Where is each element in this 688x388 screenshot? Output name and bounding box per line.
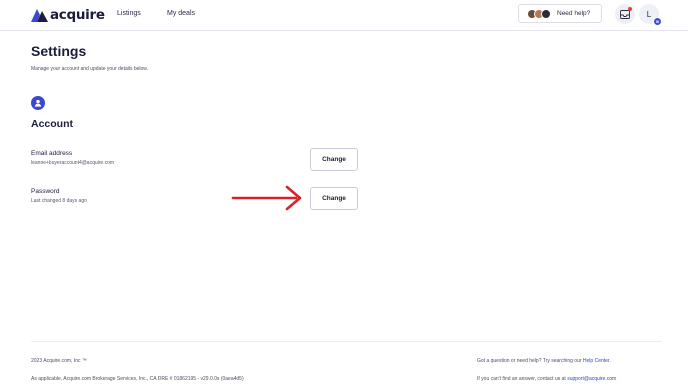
support-avatar [541,8,551,19]
inbox-button[interactable] [615,4,635,24]
page-subtitle: Manage your account and update your deta… [31,66,149,72]
notification-dot [628,7,632,11]
change-email-button[interactable]: Change [310,148,358,171]
user-badge: W [653,17,662,26]
footer-contact-text: If you can't find an answer, contact us … [477,376,616,382]
footer-divider [31,341,662,342]
email-address-value: leanne+buyeraccount4@acquire.com [31,160,115,166]
password-label: Password [31,188,60,195]
support-email-link[interactable]: support@acquire.com [567,376,616,382]
page-title: Settings [31,43,87,59]
nav-my-deals[interactable]: My deals [167,10,195,17]
support-avatars [527,8,551,19]
account-section-title: Account [31,118,73,130]
email-address-label: Email address [31,150,73,157]
arrow-right-icon [231,185,302,211]
footer-help-prefix: Got a question or need help? Try searchi… [477,358,583,364]
logo-text: acquire [50,7,105,23]
help-center-link[interactable]: Help Center [583,358,609,364]
user-icon [34,99,42,107]
change-password-button[interactable]: Change [310,187,358,210]
top-navigation-bar: acquire Listings My deals Need help? L W [0,0,688,31]
footer-legal: As applicable, Acquire.com Brokerage Ser… [31,376,244,382]
acquire-logo-icon [31,9,48,22]
password-last-changed: Last changed 8 days ago [31,198,87,204]
footer-copyright: 2023 Acquire.com, Inc ™ [31,358,87,364]
user-avatar-initial: L [646,9,652,19]
footer-help-text: Got a question or need help? Try searchi… [477,358,611,364]
user-menu-button[interactable]: L W [639,4,662,26]
acquire-logo[interactable]: acquire [31,7,105,23]
need-help-button[interactable]: Need help? [518,4,602,23]
account-section-icon [31,96,45,110]
footer-help-suffix: . [609,358,611,364]
nav-listings[interactable]: Listings [117,10,141,17]
footer-contact-prefix: If you can't find an answer, contact us … [477,376,568,382]
need-help-label: Need help? [557,10,591,17]
